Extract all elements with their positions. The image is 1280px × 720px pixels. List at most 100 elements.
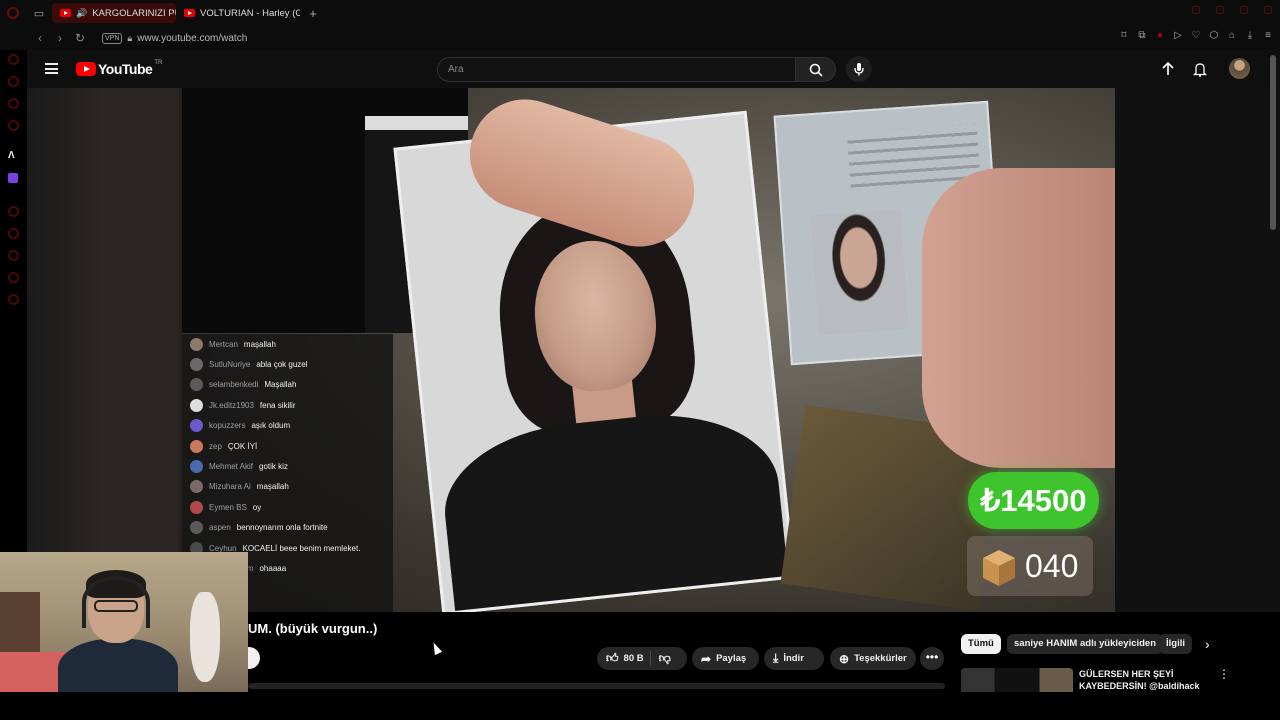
lock-icon[interactable]: 🔒︎ bbox=[127, 33, 132, 44]
tab-islands-icon[interactable]: ▭ bbox=[26, 0, 52, 26]
share-icon: ➦ bbox=[701, 651, 712, 666]
youtube-logo[interactable]: YouTube TR bbox=[76, 60, 162, 77]
voice-search-button[interactable] bbox=[846, 56, 872, 82]
chat-text: aşık oldum bbox=[251, 421, 291, 431]
download-icon[interactable]: ⤓ bbox=[1244, 30, 1256, 42]
chat-avatar bbox=[190, 480, 203, 494]
upload-icon[interactable] bbox=[1160, 61, 1176, 77]
sidebar-app-icon[interactable] bbox=[8, 272, 19, 283]
close-icon[interactable] bbox=[1264, 6, 1272, 14]
chat-avatar bbox=[190, 337, 203, 351]
forward-icon[interactable]: › bbox=[50, 31, 70, 45]
new-tab-button[interactable]: + bbox=[304, 4, 322, 22]
notifications-bell-icon[interactable] bbox=[1192, 61, 1208, 77]
more-actions-button[interactable]: ••• bbox=[920, 647, 944, 670]
sidebar-app-icon[interactable] bbox=[8, 250, 19, 261]
search-input[interactable] bbox=[448, 64, 778, 75]
chevron-right-icon[interactable]: › bbox=[1205, 636, 1210, 652]
thanks-button[interactable]: ⊕ Teşekkürler bbox=[830, 647, 916, 670]
thanks-label: Teşekkürler bbox=[854, 653, 907, 664]
hamburger-menu-icon[interactable] bbox=[45, 63, 58, 74]
chat-username: selambenkedi bbox=[209, 380, 259, 390]
snapshot-icon[interactable]: ⧉ bbox=[1136, 30, 1148, 42]
chat-text: maşallah bbox=[243, 339, 276, 349]
like-count[interactable]: 80 B bbox=[624, 653, 644, 664]
browser-tab-bar: ▭ 🔊 KARGOLARINIZI PUAN VOLTURIAN - Harle… bbox=[0, 0, 1280, 26]
address-bar: ‹ › ↻ VPN 🔒︎ www.youtube.com/watch ⌑ ⧉ ●… bbox=[0, 26, 1280, 50]
chip-related[interactable]: İlgili bbox=[1159, 634, 1192, 654]
super-thanks-icon: ⊕ bbox=[839, 651, 850, 666]
recommendation-thumbnail[interactable] bbox=[961, 668, 1073, 692]
subscribe-button[interactable] bbox=[248, 647, 260, 669]
youtube-favicon-icon bbox=[184, 9, 195, 17]
speaker-icon[interactable]: 🔊 bbox=[76, 8, 87, 19]
extension-icons: ⌑ ⧉ ● ▷ ♡ ⬡ ⌂ ⤓ ≡ bbox=[1118, 30, 1274, 42]
wallet-icon[interactable]: ⌂ bbox=[1226, 30, 1238, 42]
chat-username: Mehmet Akif bbox=[209, 461, 254, 471]
kebab-menu-icon[interactable]: ⋮ bbox=[1218, 667, 1230, 681]
webcam-overlay bbox=[0, 552, 248, 692]
chat-username: Mizuhara Ai bbox=[209, 482, 251, 492]
minimize-icon[interactable] bbox=[1216, 6, 1224, 14]
chat-username: SutluNuriye bbox=[209, 359, 251, 369]
play-icon[interactable]: ▷ bbox=[1172, 30, 1184, 42]
twitch-icon[interactable] bbox=[8, 173, 18, 183]
chat-message: selambenkedi Maşallah bbox=[190, 377, 296, 393]
sidebar-app-icon[interactable] bbox=[8, 76, 19, 87]
microphone-icon bbox=[854, 63, 864, 76]
window-controls bbox=[1192, 6, 1272, 14]
sidebar-app-icon[interactable] bbox=[8, 120, 19, 131]
search-tabs-icon[interactable] bbox=[1192, 6, 1200, 14]
download-button[interactable]: ⤓ İndir bbox=[764, 647, 824, 670]
tab-active[interactable]: 🔊 KARGOLARINIZI PUAN bbox=[52, 3, 176, 23]
opera-logo[interactable] bbox=[0, 0, 26, 26]
chip-all[interactable]: Tümü bbox=[961, 634, 1001, 654]
dislike-icon[interactable]: 👎︎ bbox=[659, 651, 671, 666]
bookmark-icon[interactable]: ⌑ bbox=[1118, 30, 1130, 42]
tab-label: VOLTURIAN - Harley (Off bbox=[200, 7, 300, 19]
vpn-badge[interactable]: VPN bbox=[102, 32, 123, 44]
share-button[interactable]: ➦ Paylaş bbox=[692, 647, 759, 670]
like-icon[interactable]: 👍︎ bbox=[606, 651, 619, 666]
youtube-header: YouTube TR bbox=[27, 50, 1280, 88]
chat-avatar bbox=[190, 357, 203, 371]
download-label: İndir bbox=[783, 653, 804, 664]
url-field[interactable]: www.youtube.com/watch bbox=[137, 33, 247, 44]
chat-avatar bbox=[190, 378, 203, 392]
search-icon bbox=[809, 63, 823, 77]
price-overlay: ₺14500 bbox=[968, 472, 1099, 529]
record-icon[interactable]: ● bbox=[1154, 30, 1166, 42]
photo-shirt bbox=[436, 402, 792, 612]
reload-icon[interactable]: ↻ bbox=[70, 31, 90, 45]
chat-text: bennoynarım onla fortnite bbox=[236, 523, 328, 533]
heart-icon[interactable]: ♡ bbox=[1190, 30, 1202, 42]
cardboard-box-icon bbox=[983, 550, 1015, 586]
chat-message: kopuzzers aşık oldum bbox=[190, 418, 290, 434]
tab-volturian[interactable]: VOLTURIAN - Harley (Off bbox=[176, 3, 300, 23]
box-count: 040 bbox=[1025, 547, 1079, 584]
chat-avatar bbox=[190, 459, 203, 473]
recommendation-title[interactable]: GÜLERSEN HER ŞEYİ KAYBEDERSİN! @baldihac… bbox=[1079, 668, 1214, 690]
sidebar-app-icon[interactable] bbox=[8, 98, 19, 109]
chip-uploader[interactable]: saniye HANIM adlı yükleyiciden bbox=[1007, 634, 1164, 654]
page-scrollbar[interactable] bbox=[1270, 55, 1276, 230]
sidebar-app-icon[interactable] bbox=[8, 228, 19, 239]
sidebar-app-icon[interactable] bbox=[8, 206, 19, 217]
streamer-body bbox=[58, 638, 178, 692]
account-avatar[interactable] bbox=[1229, 58, 1250, 79]
search-button[interactable] bbox=[796, 57, 836, 82]
sidebar-app-icon[interactable] bbox=[8, 54, 19, 65]
search-field[interactable] bbox=[437, 57, 796, 82]
aria-icon[interactable]: Ʌ bbox=[8, 150, 20, 162]
like-dislike-group: 👍︎ 80 B 👎︎ bbox=[597, 647, 687, 670]
maximize-icon[interactable] bbox=[1240, 6, 1248, 14]
chat-text: gotik kiz bbox=[259, 461, 288, 471]
menu-icon[interactable]: ≡ bbox=[1262, 30, 1274, 42]
chat-avatar bbox=[190, 398, 203, 412]
chat-text: fena sikilir bbox=[259, 400, 296, 410]
id-photo bbox=[810, 209, 909, 336]
extensions-icon[interactable]: ⬡ bbox=[1208, 30, 1220, 42]
sidebar-app-icon[interactable] bbox=[8, 294, 19, 305]
back-icon[interactable]: ‹ bbox=[30, 31, 50, 45]
description-box[interactable] bbox=[248, 683, 945, 689]
